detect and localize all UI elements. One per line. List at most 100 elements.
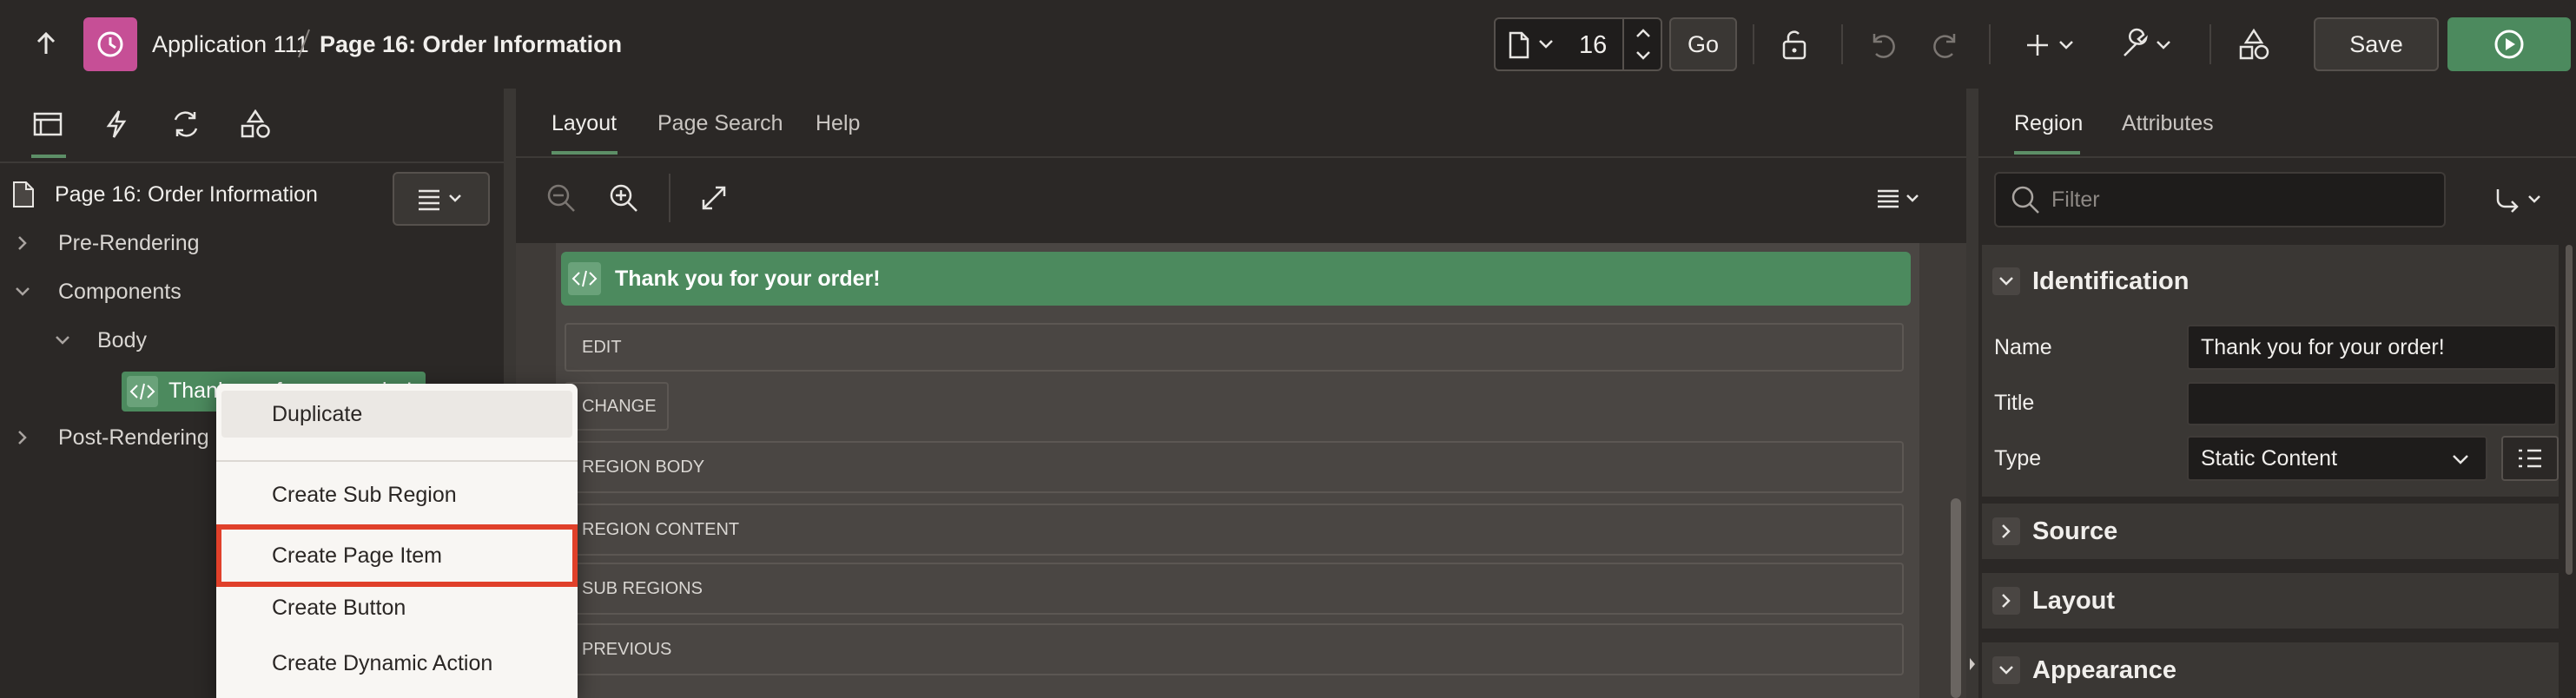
tab-layout[interactable]: Layout (552, 111, 617, 136)
name-value: Thank you for your order! (2201, 334, 2445, 359)
section-source-title[interactable]: Source (2032, 517, 2117, 546)
chevron-right-icon[interactable] (16, 234, 30, 252)
property-scrollbar-thumb[interactable] (2566, 245, 2573, 575)
filter-field[interactable]: Filter (1994, 172, 2446, 227)
type-label: Type (1994, 446, 2042, 471)
tree-root-label[interactable]: Page 16: Order Information (55, 182, 318, 207)
section-identification-title[interactable]: Identification (2032, 267, 2189, 296)
position-previous[interactable]: PREVIOUS (565, 623, 1904, 675)
save-button-label: Save (2349, 30, 2403, 57)
code-icon (568, 262, 601, 295)
chevron-right-icon[interactable] (1992, 587, 2020, 615)
tree-node-components[interactable]: Components (58, 280, 182, 305)
zoom-in-icon[interactable] (608, 182, 639, 214)
page-title: Page 16: Order Information (320, 31, 623, 57)
tree-menu-button[interactable] (393, 172, 490, 226)
redo-icon[interactable] (1930, 30, 1961, 61)
tab-attributes[interactable]: Attributes (2122, 111, 2214, 136)
create-menu-plus-icon[interactable] (2025, 31, 2077, 59)
toolbar-divider (1989, 24, 1991, 64)
rendering-tab-icon[interactable] (33, 111, 63, 137)
breadcrumb-separator-icon (295, 26, 313, 61)
menu-item-create-page-item[interactable]: Create Page Item (216, 530, 578, 582)
position-sub-regions[interactable]: SUB REGIONS (565, 563, 1904, 615)
page-tree-icon (12, 181, 35, 208)
tab-page-search[interactable]: Page Search (657, 111, 783, 136)
chevron-down-icon[interactable] (1992, 267, 2020, 295)
run-page-button[interactable] (2447, 17, 2571, 71)
position-region-body[interactable]: REGION BODY (565, 441, 1904, 493)
menu-item-label: Create Sub Region (272, 482, 457, 507)
type-value: Static Content (2201, 445, 2338, 471)
chevron-down-icon[interactable] (1992, 656, 2020, 684)
app-icon[interactable] (83, 17, 137, 71)
shared-components-icon[interactable] (2237, 28, 2270, 61)
tree-node-body[interactable]: Body (97, 328, 147, 353)
expand-icon[interactable] (700, 184, 728, 212)
chevron-right-icon[interactable] (1992, 517, 2020, 545)
name-field[interactable]: Thank you for your order! (2187, 325, 2557, 370)
list-icon (2519, 449, 2541, 468)
section-appearance-title[interactable]: Appearance (2032, 656, 2176, 685)
region-title: Thank you for your order! (615, 267, 881, 291)
page-number-input[interactable]: 16 (1579, 31, 1607, 60)
type-select[interactable]: Static Content (2187, 436, 2487, 481)
app-name-link[interactable]: Application 111 (152, 31, 309, 58)
toolbar-divider (1753, 24, 1754, 64)
menu-item-create-sub-region[interactable]: Create Sub Region (216, 469, 578, 521)
type-list-button[interactable] (2501, 436, 2559, 481)
tab-underline (552, 151, 618, 155)
tree-node-pre-rendering[interactable]: Pre-Rendering (58, 231, 200, 256)
section-layout-title[interactable]: Layout (2032, 587, 2115, 616)
position-region-content[interactable]: REGION CONTENT (565, 504, 1904, 556)
canvas-scrollbar-thumb[interactable] (1951, 498, 1961, 698)
save-button[interactable]: Save (2314, 17, 2439, 71)
search-icon (2011, 186, 2039, 214)
chevron-down-icon[interactable] (54, 333, 71, 347)
title-field[interactable] (2187, 382, 2557, 425)
position-edit[interactable]: EDIT (565, 323, 1904, 372)
tab-underline (31, 155, 66, 158)
name-label: Name (1994, 335, 2052, 359)
position-change[interactable]: CHANGE (565, 382, 669, 431)
layout-menu-icon[interactable] (1874, 186, 1926, 210)
menu-lines-icon (419, 189, 461, 211)
panel-splitter[interactable] (1966, 89, 1978, 698)
zoom-out-icon[interactable] (545, 182, 577, 214)
menu-item-label: Create Button (272, 595, 406, 620)
dynamic-actions-tab-icon[interactable] (104, 109, 129, 139)
position-label: SUB REGIONS (582, 578, 703, 598)
position-label: EDIT (582, 337, 622, 357)
menu-item-create-dynamic-action[interactable]: Create Dynamic Action (216, 637, 578, 689)
code-icon (127, 376, 158, 407)
region-header[interactable]: Thank you for your order! (561, 252, 1911, 306)
position-label: REGION CONTENT (582, 519, 740, 539)
undo-icon[interactable] (1867, 30, 1899, 61)
page-selector[interactable]: 16 (1494, 17, 1662, 71)
menu-item-create-button[interactable]: Create Button (216, 582, 578, 634)
chevron-down-icon[interactable] (14, 285, 31, 299)
menu-divider (216, 460, 578, 462)
page-stepper[interactable] (1622, 19, 1662, 69)
wrench-icon[interactable] (2119, 28, 2175, 61)
go-button[interactable]: Go (1669, 17, 1737, 71)
shared-components-tab-icon[interactable] (240, 109, 271, 139)
title-label: Title (1994, 391, 2035, 415)
tree-node-post-rendering[interactable]: Post-Rendering (58, 425, 209, 451)
go-to-group-icon[interactable] (2493, 184, 2548, 215)
chevron-down-icon (1537, 38, 1555, 50)
menu-item-label: Create Page Item (272, 543, 442, 568)
toolbar-divider (1841, 24, 1843, 64)
up-arrow-icon[interactable] (31, 30, 61, 59)
go-button-label: Go (1687, 30, 1720, 57)
toolbar-divider (669, 174, 670, 222)
tab-help[interactable]: Help (816, 111, 860, 136)
processing-tab-icon[interactable] (170, 109, 201, 139)
menu-item-duplicate[interactable]: Duplicate (216, 388, 578, 440)
filter-placeholder: Filter (2051, 188, 2100, 212)
menu-item-label: Create Dynamic Action (272, 650, 493, 675)
position-label: CHANGE (582, 396, 657, 416)
tab-region[interactable]: Region (2014, 111, 2083, 136)
lock-icon[interactable] (1779, 30, 1810, 61)
chevron-right-icon[interactable] (16, 429, 30, 446)
